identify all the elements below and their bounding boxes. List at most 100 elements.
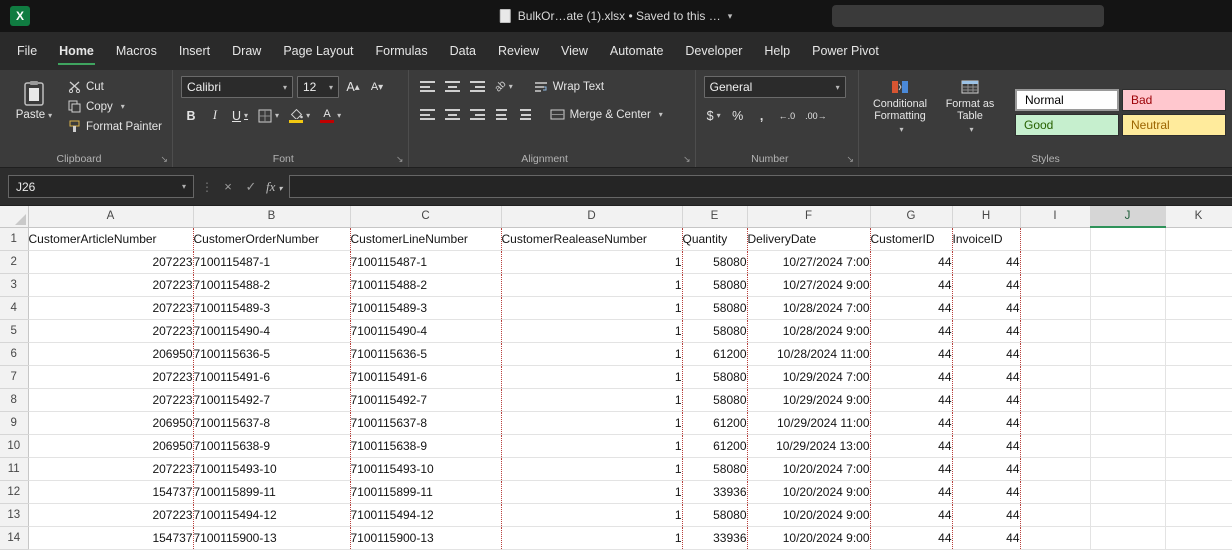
cell-H4[interactable]: 44 [952, 296, 1020, 319]
cell-C4[interactable]: 7100115489-3 [350, 296, 501, 319]
column-header-C[interactable]: C [350, 206, 501, 227]
cell-A11[interactable]: 207223 [28, 457, 193, 480]
copy-button[interactable]: Copy [64, 98, 166, 115]
cell-G8[interactable]: 44 [870, 388, 952, 411]
cell-C12[interactable]: 7100115899-11 [350, 480, 501, 503]
column-header-E[interactable]: E [682, 206, 747, 227]
cell-K6[interactable] [1165, 342, 1232, 365]
column-header-H[interactable]: H [952, 206, 1020, 227]
cell-I10[interactable] [1020, 434, 1090, 457]
cell-D6[interactable]: 1 [501, 342, 682, 365]
cell-J9[interactable] [1090, 411, 1165, 434]
cell-F1[interactable]: DeliveryDate [747, 227, 870, 250]
cell-D10[interactable]: 1 [501, 434, 682, 457]
cell-style-bad[interactable]: Bad [1122, 89, 1226, 111]
cell-F6[interactable]: 10/28/2024 11:00 [747, 342, 870, 365]
cell-A1[interactable]: CustomerArticleNumber [28, 227, 193, 250]
enter-button[interactable]: ✓ [243, 179, 259, 195]
cell-I4[interactable] [1020, 296, 1090, 319]
cell-A10[interactable]: 206950 [28, 434, 193, 457]
cell-D9[interactable]: 1 [501, 411, 682, 434]
cell-F4[interactable]: 10/28/2024 7:00 [747, 296, 870, 319]
italic-button[interactable]: I [205, 105, 225, 126]
column-header-B[interactable]: B [193, 206, 350, 227]
cell-B4[interactable]: 7100115489-3 [193, 296, 350, 319]
cell-J14[interactable] [1090, 526, 1165, 549]
cell-B9[interactable]: 7100115637-8 [193, 411, 350, 434]
comma-style-button[interactable]: , [752, 105, 772, 126]
cell-E7[interactable]: 58080 [682, 365, 747, 388]
percent-style-button[interactable]: % [728, 105, 748, 126]
cell-I8[interactable] [1020, 388, 1090, 411]
cell-H13[interactable]: 44 [952, 503, 1020, 526]
insert-function-button[interactable]: fx [266, 179, 282, 195]
row-header-1[interactable]: 1 [0, 227, 28, 250]
currency-format-button[interactable]: $ [704, 105, 724, 126]
font-name-combo[interactable]: Calibri [181, 76, 293, 98]
cell-A9[interactable]: 206950 [28, 411, 193, 434]
cell-I6[interactable] [1020, 342, 1090, 365]
cell-D5[interactable]: 1 [501, 319, 682, 342]
increase-indent-button[interactable] [516, 104, 536, 125]
cell-B1[interactable]: CustomerOrderNumber [193, 227, 350, 250]
cell-H5[interactable]: 44 [952, 319, 1020, 342]
cell-A4[interactable]: 207223 [28, 296, 193, 319]
cell-B5[interactable]: 7100115490-4 [193, 319, 350, 342]
menu-tab-file[interactable]: File [6, 32, 48, 70]
cell-F2[interactable]: 10/27/2024 7:00 [747, 250, 870, 273]
select-all-corner[interactable] [0, 206, 28, 227]
cell-H14[interactable]: 44 [952, 526, 1020, 549]
clipboard-dialog-launcher[interactable] [160, 154, 168, 165]
cell-style-good[interactable]: Good [1015, 114, 1119, 136]
cell-C3[interactable]: 7100115488-2 [350, 273, 501, 296]
menu-tab-formulas[interactable]: Formulas [365, 32, 439, 70]
cell-K2[interactable] [1165, 250, 1232, 273]
cell-A13[interactable]: 207223 [28, 503, 193, 526]
row-header-3[interactable]: 3 [0, 273, 28, 296]
cell-G1[interactable]: CustomerID [870, 227, 952, 250]
cell-D1[interactable]: CustomerRealeaseNumber [501, 227, 682, 250]
shrink-font-button[interactable]: A▾ [367, 77, 387, 98]
cell-C5[interactable]: 7100115490-4 [350, 319, 501, 342]
cell-K8[interactable] [1165, 388, 1232, 411]
cell-B11[interactable]: 7100115493-10 [193, 457, 350, 480]
cell-C11[interactable]: 7100115493-10 [350, 457, 501, 480]
bottom-align-button[interactable] [467, 76, 488, 97]
column-header-A[interactable]: A [28, 206, 193, 227]
cell-F14[interactable]: 10/20/2024 9:00 [747, 526, 870, 549]
cell-D3[interactable]: 1 [501, 273, 682, 296]
cell-J8[interactable] [1090, 388, 1165, 411]
cell-A5[interactable]: 207223 [28, 319, 193, 342]
row-header-7[interactable]: 7 [0, 365, 28, 388]
row-header-5[interactable]: 5 [0, 319, 28, 342]
cell-E2[interactable]: 58080 [682, 250, 747, 273]
menu-tab-view[interactable]: View [550, 32, 599, 70]
cell-G13[interactable]: 44 [870, 503, 952, 526]
menu-tab-page-layout[interactable]: Page Layout [272, 32, 364, 70]
row-header-8[interactable]: 8 [0, 388, 28, 411]
cell-E13[interactable]: 58080 [682, 503, 747, 526]
row-header-9[interactable]: 9 [0, 411, 28, 434]
row-header-4[interactable]: 4 [0, 296, 28, 319]
cell-B2[interactable]: 7100115487-1 [193, 250, 350, 273]
cell-C6[interactable]: 7100115636-5 [350, 342, 501, 365]
align-center-button[interactable] [442, 104, 463, 125]
column-header-G[interactable]: G [870, 206, 952, 227]
cell-E9[interactable]: 61200 [682, 411, 747, 434]
cell-F12[interactable]: 10/20/2024 9:00 [747, 480, 870, 503]
cell-J2[interactable] [1090, 250, 1165, 273]
font-size-combo[interactable]: 12 [297, 76, 339, 98]
cell-style-normal[interactable]: Normal [1015, 89, 1119, 111]
decrease-indent-button[interactable] [492, 104, 512, 125]
cell-C8[interactable]: 7100115492-7 [350, 388, 501, 411]
cell-D12[interactable]: 1 [501, 480, 682, 503]
cell-A14[interactable]: 154737 [28, 526, 193, 549]
cell-C10[interactable]: 7100115638-9 [350, 434, 501, 457]
conditional-formatting-button[interactable]: Conditional Formatting [867, 76, 933, 136]
cell-I1[interactable] [1020, 227, 1090, 250]
menu-tab-review[interactable]: Review [487, 32, 550, 70]
cell-F7[interactable]: 10/29/2024 7:00 [747, 365, 870, 388]
cell-D8[interactable]: 1 [501, 388, 682, 411]
cell-H7[interactable]: 44 [952, 365, 1020, 388]
cell-E6[interactable]: 61200 [682, 342, 747, 365]
